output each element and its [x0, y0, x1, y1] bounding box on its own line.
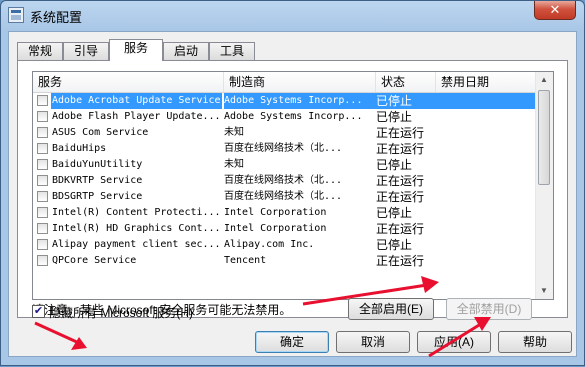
service-name: Intel(R) Content Protecti...	[52, 207, 221, 218]
service-status: 已停止	[376, 158, 413, 172]
close-button[interactable]: ✕	[534, 1, 576, 20]
vertical-scrollbar[interactable]: ▲ ▼	[535, 72, 553, 299]
service-checkbox[interactable]	[37, 223, 48, 234]
service-manufacturer: Alipay.com Inc.	[224, 239, 315, 250]
service-disabled-date	[436, 157, 537, 173]
service-status: 正在运行	[376, 174, 425, 188]
service-disabled-date	[436, 173, 537, 189]
table-row[interactable]: Alipay payment client sec... Alipay.com I…	[33, 237, 537, 253]
service-checkbox[interactable]	[37, 159, 48, 170]
service-checkbox[interactable]	[37, 207, 48, 218]
service-name: Adobe Acrobat Update Service	[51, 93, 222, 109]
close-icon: ✕	[549, 2, 561, 17]
app-icon	[8, 7, 24, 23]
services-list[interactable]: 服务 制造商 状态 禁用日期 Adobe Acrobat Update Serv…	[32, 71, 554, 300]
table-row[interactable]: BDSGRTP Service 百度在线网络技术（北... 正在运行	[33, 189, 537, 205]
column-header-disabled-date[interactable]: 禁用日期	[436, 72, 537, 92]
service-name: Adobe Flash Player Update...	[52, 111, 221, 122]
service-status: 正在运行	[376, 190, 425, 204]
service-name: BaiduYunUtility	[52, 159, 143, 170]
service-checkbox[interactable]	[37, 191, 48, 202]
service-name: BDSGRTP Service	[52, 191, 143, 202]
service-manufacturer: Adobe Systems Incorp...	[224, 111, 363, 122]
service-status: 已停止	[376, 93, 436, 109]
enable-all-button[interactable]: 全部启用(E)	[348, 298, 434, 320]
service-disabled-date	[436, 141, 537, 157]
cancel-button[interactable]: 取消	[336, 331, 410, 353]
tab-services[interactable]: 服务	[109, 39, 163, 61]
service-manufacturer: 百度在线网络技术（北...	[224, 191, 343, 202]
service-checkbox[interactable]	[37, 175, 48, 186]
service-checkbox[interactable]	[37, 111, 48, 122]
service-status: 正在运行	[376, 254, 425, 268]
table-row[interactable]: BDKVRTP Service 百度在线网络技术（北... 正在运行	[33, 173, 537, 189]
service-disabled-date	[436, 237, 537, 253]
service-status: 正在运行	[376, 142, 425, 156]
service-status: 已停止	[376, 238, 413, 252]
list-header: 服务 制造商 状态 禁用日期	[33, 72, 537, 93]
column-header-manufacturer[interactable]: 制造商	[224, 72, 376, 92]
table-row[interactable]: BaiduYunUtility 未知 已停止	[33, 157, 537, 173]
tab-general[interactable]: 常规	[17, 42, 63, 60]
table-row[interactable]: Adobe Acrobat Update Service Adobe System…	[33, 93, 537, 109]
tab-tools[interactable]: 工具	[209, 42, 255, 60]
service-manufacturer: 百度在线网络技术（北...	[224, 143, 343, 154]
table-row[interactable]: QPCore Service Tencent 正在运行	[33, 253, 537, 269]
service-checkbox[interactable]	[37, 143, 48, 154]
table-row[interactable]: Adobe Flash Player Update... Adobe System…	[33, 109, 537, 125]
service-disabled-date	[436, 93, 537, 109]
service-disabled-date	[436, 253, 537, 269]
service-manufacturer: Tencent	[224, 255, 267, 266]
column-header-service[interactable]: 服务	[33, 72, 224, 92]
apply-button[interactable]: 应用(A)	[417, 331, 491, 353]
table-row[interactable]: Intel(R) HD Graphics Cont... Intel Corpor…	[33, 221, 537, 237]
ok-button[interactable]: 确定	[255, 331, 329, 353]
dialog-client: 常规 引导 服务 启动 工具 服务 制造商 状态 禁用日期 Adobe Acro…	[8, 31, 577, 357]
service-checkbox[interactable]	[37, 95, 48, 106]
tab-startup[interactable]: 启动	[163, 42, 209, 60]
service-status: 正在运行	[376, 222, 425, 236]
table-row[interactable]: Intel(R) Content Protecti... Intel Corpor…	[33, 205, 537, 221]
window-title: 系统配置	[30, 10, 83, 25]
service-disabled-date	[436, 125, 537, 141]
service-manufacturer: 未知	[224, 127, 244, 138]
hide-microsoft-checkbox[interactable]: ✔	[32, 305, 45, 318]
service-disabled-date	[436, 205, 537, 221]
disable-all-button[interactable]: 全部禁用(D)	[446, 298, 532, 320]
service-manufacturer: 未知	[224, 159, 244, 170]
service-name: Alipay payment client sec...	[52, 239, 221, 250]
services-panel: 服务 制造商 状态 禁用日期 Adobe Acrobat Update Serv…	[17, 60, 568, 320]
tab-boot[interactable]: 引导	[63, 42, 109, 60]
service-manufacturer: Adobe Systems Incorp...	[224, 93, 376, 109]
service-name: ASUS Com Service	[52, 127, 149, 138]
service-disabled-date	[436, 189, 537, 205]
service-manufacturer: 百度在线网络技术（北...	[224, 175, 343, 186]
service-name: Intel(R) HD Graphics Cont...	[52, 223, 221, 234]
help-button[interactable]: 帮助	[498, 331, 572, 353]
checkmark-icon: ✔	[33, 305, 44, 317]
service-checkbox[interactable]	[37, 127, 48, 138]
service-status: 正在运行	[376, 126, 425, 140]
hide-microsoft-label: 隐藏所有 Microsoft 服务(H)	[49, 306, 194, 320]
system-config-window: 系统配置 ✕ 常规 引导 服务 启动 工具 服务 制造商 状态 禁用日期 Ado…	[0, 0, 585, 366]
service-name: BDKVRTP Service	[52, 175, 143, 186]
scroll-up-icon[interactable]: ▲	[538, 74, 550, 86]
service-status: 已停止	[376, 206, 413, 220]
table-row[interactable]: BaiduHips 百度在线网络技术（北... 正在运行	[33, 141, 537, 157]
service-name: BaiduHips	[52, 143, 107, 154]
column-header-status[interactable]: 状态	[376, 72, 436, 92]
scroll-thumb[interactable]	[538, 90, 550, 185]
service-manufacturer: Intel Corporation	[224, 207, 327, 218]
scroll-down-icon[interactable]: ▼	[538, 285, 550, 297]
services-rows: Adobe Acrobat Update Service Adobe System…	[33, 93, 537, 269]
service-checkbox[interactable]	[37, 239, 48, 250]
service-manufacturer: Intel Corporation	[224, 223, 327, 234]
service-status: 已停止	[376, 110, 413, 124]
table-row[interactable]: ASUS Com Service 未知 正在运行	[33, 125, 537, 141]
title-bar[interactable]: 系统配置 ✕	[1, 1, 584, 29]
service-disabled-date	[436, 221, 537, 237]
service-disabled-date	[436, 109, 537, 125]
service-name: QPCore Service	[52, 255, 137, 266]
service-checkbox[interactable]	[37, 255, 48, 266]
